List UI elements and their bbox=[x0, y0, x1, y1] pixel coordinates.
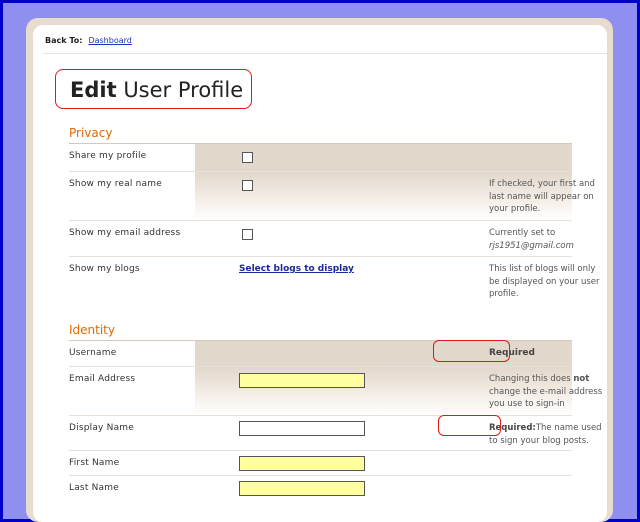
help-line: to sign your blog posts. bbox=[489, 435, 589, 446]
identity-heading: Identity bbox=[69, 323, 115, 337]
display-name-label: Display Name bbox=[69, 423, 134, 433]
required-highlight-circle bbox=[438, 415, 501, 436]
first-name-label: First Name bbox=[69, 458, 120, 468]
current-email: rjs1951@gmail.com bbox=[489, 240, 574, 251]
share-profile-label: Share my profile bbox=[69, 151, 147, 161]
row-last-name: Last Name bbox=[69, 476, 572, 502]
email-label: Email Address bbox=[69, 374, 136, 384]
page-title-rest: User Profile bbox=[123, 78, 244, 102]
row-show-real-name: Show my real name If checked, your first… bbox=[69, 172, 595, 221]
select-blogs-link[interactable]: Select blogs to display bbox=[239, 264, 354, 274]
page-title: Edit User Profile bbox=[70, 78, 243, 102]
help-line: last name will appear on bbox=[489, 191, 594, 202]
row-show-blogs: Show my blogs Select blogs to display Th… bbox=[69, 257, 599, 305]
help-text: Changing this does bbox=[489, 374, 571, 384]
help-line: be displayed on your user bbox=[489, 276, 600, 287]
help-line: your profile. bbox=[489, 204, 541, 214]
help-line: This list of blogs will only bbox=[489, 264, 596, 274]
last-name-label: Last Name bbox=[69, 483, 119, 493]
email-input[interactable] bbox=[239, 373, 365, 388]
display-name-input[interactable] bbox=[239, 421, 365, 436]
row-show-email: Show my email address Currently set to r… bbox=[69, 221, 574, 257]
show-blogs-label: Show my blogs bbox=[69, 264, 140, 274]
help-line: change the e-mail address bbox=[489, 386, 603, 397]
privacy-heading: Privacy bbox=[69, 126, 113, 140]
show-email-help: Currently set to rjs1951@gmail.com bbox=[489, 227, 607, 252]
help-text: The name used bbox=[535, 423, 602, 433]
share-profile-checkbox[interactable] bbox=[242, 152, 253, 163]
show-real-name-help: If checked, your first and last name wil… bbox=[489, 178, 607, 216]
email-help: Changing this does not change the e-mail… bbox=[489, 373, 607, 411]
help-line: Currently set to bbox=[489, 228, 556, 238]
show-blogs-help: This list of blogs will only be displaye… bbox=[489, 263, 607, 301]
back-to-label: Back To: bbox=[45, 36, 83, 45]
show-real-name-label: Show my real name bbox=[69, 179, 162, 189]
show-email-label: Show my email address bbox=[69, 228, 181, 238]
display-name-help: Required:The name used to sign your blog… bbox=[489, 422, 607, 447]
show-email-checkbox[interactable] bbox=[242, 229, 253, 240]
dashboard-link[interactable]: Dashboard bbox=[88, 36, 131, 45]
row-share-profile: Share my profile bbox=[69, 144, 572, 172]
profile-panel: Back To: Dashboard Edit User Profile Priv… bbox=[33, 25, 607, 522]
help-line: you use to sign-in bbox=[489, 399, 565, 409]
row-email: Email Address Changing this does not cha… bbox=[69, 367, 602, 416]
divider bbox=[43, 53, 607, 54]
back-to: Back To: Dashboard bbox=[45, 36, 132, 45]
help-line: If checked, your first and bbox=[489, 179, 595, 189]
last-name-input[interactable] bbox=[239, 481, 365, 496]
help-emphasis: not bbox=[573, 374, 590, 384]
first-name-input[interactable] bbox=[239, 456, 365, 471]
show-real-name-checkbox[interactable] bbox=[242, 180, 253, 191]
page-title-bold: Edit bbox=[70, 78, 117, 102]
required-highlight-circle bbox=[433, 340, 510, 362]
row-first-name: First Name bbox=[69, 451, 572, 476]
help-line: profile. bbox=[489, 289, 519, 299]
username-label: Username bbox=[69, 348, 117, 358]
